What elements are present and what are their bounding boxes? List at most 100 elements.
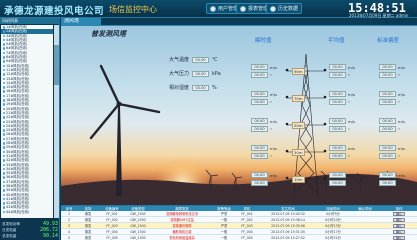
power-summary: 总发电功率 49.93 日发电量 206.72 总发电量 90.14: [1, 221, 59, 239]
sidebar-head: 风机列表: [0, 18, 60, 24]
value-box: 00.00: [251, 118, 268, 124]
unit: °: [270, 153, 272, 159]
unit: °: [398, 99, 400, 105]
value-box: 00.00: [251, 126, 268, 132]
value-box: 00.00: [329, 99, 346, 105]
value-box: 00.00: [329, 118, 346, 124]
value-box: 00.00: [251, 172, 268, 178]
height-label: 30m: [292, 149, 305, 156]
average-speed: 00.00 m/s: [329, 91, 355, 97]
user-management-label: 用户管理: [218, 6, 239, 12]
height-label: 70m: [292, 95, 305, 102]
report-management-label: 报表管理: [248, 6, 269, 12]
average-speed: 00.00 m/s: [329, 118, 355, 124]
confirm-button[interactable]: 确认: [393, 235, 405, 240]
unit: m/s: [270, 64, 277, 70]
value-box: 00.00: [379, 180, 396, 186]
instant-direction: 00.00 °: [251, 126, 272, 132]
table-cell: 一般: [213, 234, 235, 240]
env-row-humidity: 相对湿度 00.00 %: [169, 84, 217, 91]
tree-item[interactable]: 44#风机(在线): [1, 210, 53, 214]
unit: m/s: [348, 172, 355, 178]
header-bar: 承德龙源建投风电公司 场信监控中心 用户管理 报表管理 历史数据 15:48:5…: [0, 0, 417, 18]
instant-speed: 00.00 m/s: [251, 172, 277, 178]
std-direction: 00.00 °: [379, 126, 400, 132]
height-label: 50m: [292, 122, 305, 129]
unit: m/s: [348, 145, 355, 151]
unit: °: [348, 126, 350, 132]
std-speed: 00.00 m/s: [379, 64, 405, 70]
average-speed: 00.00 m/s: [329, 145, 355, 151]
value-box: 00.00: [251, 180, 268, 186]
clock-date: 2013年07月09日 星期二 admin: [349, 13, 408, 18]
instant-direction: 00.00 °: [251, 99, 272, 105]
unit: m/s: [398, 64, 405, 70]
unit: m/s: [348, 118, 355, 124]
instant-speed: 00.00 m/s: [251, 64, 277, 70]
confirm-button[interactable]: 确认: [393, 223, 405, 228]
value-box: 00.00: [251, 64, 268, 70]
value-box: 00.00: [379, 153, 396, 159]
std-direction: 00.00 °: [379, 180, 400, 186]
unit: °: [398, 153, 400, 159]
table-cell: [349, 234, 381, 240]
table-cell: 2013-07-09 15:27:02: [259, 234, 317, 240]
env-value: 00.00: [192, 84, 210, 91]
std-direction: 00.00 °: [379, 153, 400, 159]
unit: m/s: [398, 118, 405, 124]
value-box: 00.00: [379, 118, 396, 124]
history-data-button[interactable]: 历史数据: [266, 3, 303, 14]
alarm-table: 序号 风场 设备编号 设备类型 故障类型 报警等级 风机 发生时间 持续时间 确认时间 操作 1 普发…: [61, 205, 417, 240]
confirm-button[interactable]: 确认: [393, 229, 405, 234]
height-label: 10m: [292, 176, 305, 183]
average-direction: 00.00 °: [329, 153, 350, 159]
unit: m/s: [270, 172, 277, 178]
unit: °: [270, 99, 272, 105]
value-box: 00.00: [251, 99, 268, 105]
std-direction: 00.00 °: [379, 72, 400, 78]
unit: m/s: [270, 118, 277, 124]
instant-speed: 00.00 m/s: [251, 91, 277, 97]
value-box: 00.00: [329, 172, 346, 178]
instant-speed: 00.00 m/s: [251, 145, 277, 151]
unit: m/s: [398, 172, 405, 178]
value-box: 00.00: [329, 180, 346, 186]
tab-met-mast[interactable]: 测风塔: [61, 18, 101, 25]
instant-direction: 00.00 °: [251, 153, 272, 159]
env-row-temperature: 大气温度 00.00 ℃: [169, 56, 218, 63]
env-unit: ℃: [212, 56, 218, 63]
confirm-button[interactable]: 确认: [393, 217, 405, 222]
main-panel: 测风塔 普发测风塔 大气温度 00.00 ℃ 大气压力 00.00 kPa 相对…: [61, 18, 417, 205]
std-speed: 00.00 m/s: [379, 172, 405, 178]
unit: °: [348, 153, 350, 159]
value-box: 00.00: [329, 126, 346, 132]
summary-value: 90.14: [42, 233, 58, 239]
value-box: 00.00: [251, 153, 268, 159]
value-box: 00.00: [379, 126, 396, 132]
history-icon: [270, 5, 276, 12]
value-box: 00.00: [329, 153, 346, 159]
table-row[interactable]: 5 普发 FF_005 GW_1500 发电机绕组温度高 一般 FF_005 2013-07-…: [61, 234, 417, 240]
average-direction: 00.00 °: [329, 180, 350, 186]
instant-direction: 00.00 °: [251, 72, 272, 78]
average-speed: 00.00 m/s: [329, 64, 355, 70]
unit: m/s: [398, 145, 405, 151]
history-data-label: 历史数据: [278, 6, 299, 12]
confirm-cell[interactable]: 确认: [381, 234, 417, 240]
env-value: 00.00: [192, 70, 210, 77]
value-box: 00.00: [329, 145, 346, 151]
value-box: 00.00: [379, 99, 396, 105]
value-box: 00.00: [379, 64, 396, 70]
unit: °: [398, 72, 400, 78]
std-direction: 00.00 °: [379, 99, 400, 105]
table-cell: 普发: [77, 234, 99, 240]
tree-scrollbar[interactable]: [54, 25, 59, 218]
std-speed: 00.00 m/s: [379, 118, 405, 124]
sidebar: 风机列表 1#风机(在线) 2#风机(在线) 3#风机(在线) 4#风机(在线) 5#风…: [0, 18, 60, 240]
table-cell: FF_005: [235, 234, 259, 240]
confirm-button[interactable]: 确认: [393, 211, 405, 216]
average-speed: 00.00 m/s: [329, 172, 355, 178]
tree-scrollbar-thumb[interactable]: [54, 45, 59, 85]
hills: [61, 173, 417, 205]
std-speed: 00.00 m/s: [379, 91, 405, 97]
